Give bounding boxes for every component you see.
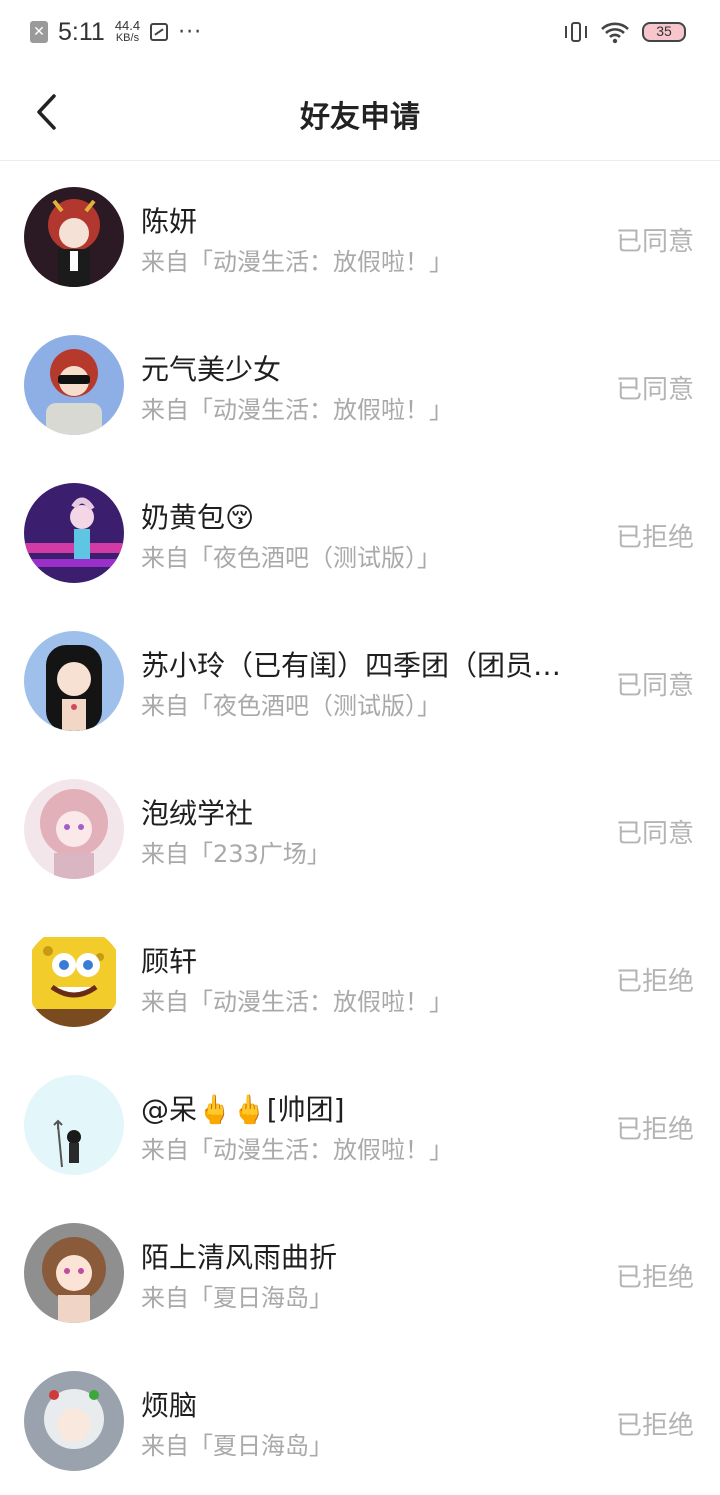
request-status: 已同意: [615, 819, 694, 849]
request-status: 已拒绝: [615, 1411, 694, 1441]
request-status: 已拒绝: [615, 1115, 694, 1145]
request-source: 来自「夏日海岛」: [141, 1284, 333, 1312]
battery-icon: 35: [642, 22, 686, 42]
friend-request-item[interactable]: 陌上清风雨曲折 来自「夏日海岛」 已拒绝: [0, 1199, 720, 1347]
request-source: 来自「夏日海岛」: [141, 1432, 333, 1460]
request-name: 奶黄包😚: [141, 501, 255, 534]
request-status: 已同意: [615, 671, 694, 701]
request-source: 来自「动漫生活：放假啦！」: [141, 1136, 453, 1164]
avatar[interactable]: [24, 1371, 124, 1471]
request-source: 来自「夜色酒吧（测试版）」: [141, 692, 441, 720]
request-source: 来自「233广场」: [141, 840, 331, 868]
status-bar-left: ✕ 5:11 44.4 KB/s ···: [30, 14, 202, 50]
avatar[interactable]: [24, 631, 124, 731]
request-source: 来自「夜色酒吧（测试版）」: [141, 544, 441, 572]
more-notifications-icon: ···: [178, 19, 203, 45]
friend-request-item[interactable]: 苏小玲（已有闺）四季团（团员… 来自「夜色酒吧（测试版）」 已同意: [0, 607, 720, 755]
network-speed: 44.4 KB/s: [114, 18, 141, 44]
request-status: 已拒绝: [615, 523, 694, 553]
friend-request-item[interactable]: 陈妍 来自「动漫生活：放假啦！」 已同意: [0, 163, 720, 311]
friend-request-item[interactable]: @呆🖕🖕[帅团] 来自「动漫生活：放假啦！」 已拒绝: [0, 1051, 720, 1199]
request-source: 来自「动漫生活：放假啦！」: [141, 988, 453, 1016]
network-speed-value: 44.4: [114, 18, 141, 33]
request-name: 苏小玲（已有闺）四季团（团员…: [141, 649, 562, 682]
notification-icon: ✕: [30, 21, 48, 43]
page-title: 好友申请: [300, 100, 420, 135]
friend-request-item[interactable]: 奶黄包😚 来自「夜色酒吧（测试版）」 已拒绝: [0, 459, 720, 607]
wifi-icon: [601, 22, 629, 44]
request-status: 已拒绝: [615, 1263, 694, 1293]
request-status: 已同意: [615, 375, 694, 405]
request-name: 陈妍: [141, 205, 198, 238]
network-speed-unit: KB/s: [115, 32, 140, 44]
request-name: 烦脑: [141, 1389, 198, 1422]
avatar[interactable]: [24, 335, 124, 435]
vibrate-icon: [564, 20, 588, 44]
status-bar: ✕ 5:11 44.4 KB/s ··· 35: [0, 0, 720, 64]
friend-request-list: 陈妍 来自「动漫生活：放假啦！」 已同意 元气美少女 来自「动漫生活：放假啦！」…: [0, 163, 720, 1495]
request-name: 泡绒学社: [141, 797, 254, 830]
avatar[interactable]: [24, 1223, 124, 1323]
friend-request-item[interactable]: 元气美少女 来自「动漫生活：放假啦！」 已同意: [0, 311, 720, 459]
request-status: 已同意: [615, 227, 694, 257]
clock: 5:11: [58, 17, 105, 46]
request-status: 已拒绝: [615, 967, 694, 997]
friend-request-item[interactable]: 烦脑 来自「夏日海岛」 已拒绝: [0, 1347, 720, 1495]
status-bar-right: 35: [564, 18, 686, 46]
request-name: @呆🖕🖕[帅团]: [141, 1093, 345, 1126]
request-name: 顾轩: [141, 945, 198, 978]
friend-request-item[interactable]: 泡绒学社 来自「233广场」 已同意: [0, 755, 720, 903]
avatar[interactable]: [24, 187, 124, 287]
nav-bar: 好友申请: [0, 64, 720, 161]
avatar[interactable]: [24, 483, 124, 583]
friend-request-item[interactable]: 顾轩 来自「动漫生活：放假啦！」 已拒绝: [0, 903, 720, 1051]
request-name: 元气美少女: [141, 353, 282, 386]
screenshot-app-icon: [150, 23, 169, 41]
request-source: 来自「动漫生活：放假啦！」: [141, 396, 453, 424]
avatar[interactable]: [24, 927, 124, 1027]
avatar[interactable]: [24, 1075, 124, 1175]
battery-level: 35: [656, 23, 672, 39]
request-source: 来自「动漫生活：放假啦！」: [141, 248, 453, 276]
avatar[interactable]: [24, 779, 124, 879]
request-name: 陌上清风雨曲折: [141, 1241, 338, 1274]
